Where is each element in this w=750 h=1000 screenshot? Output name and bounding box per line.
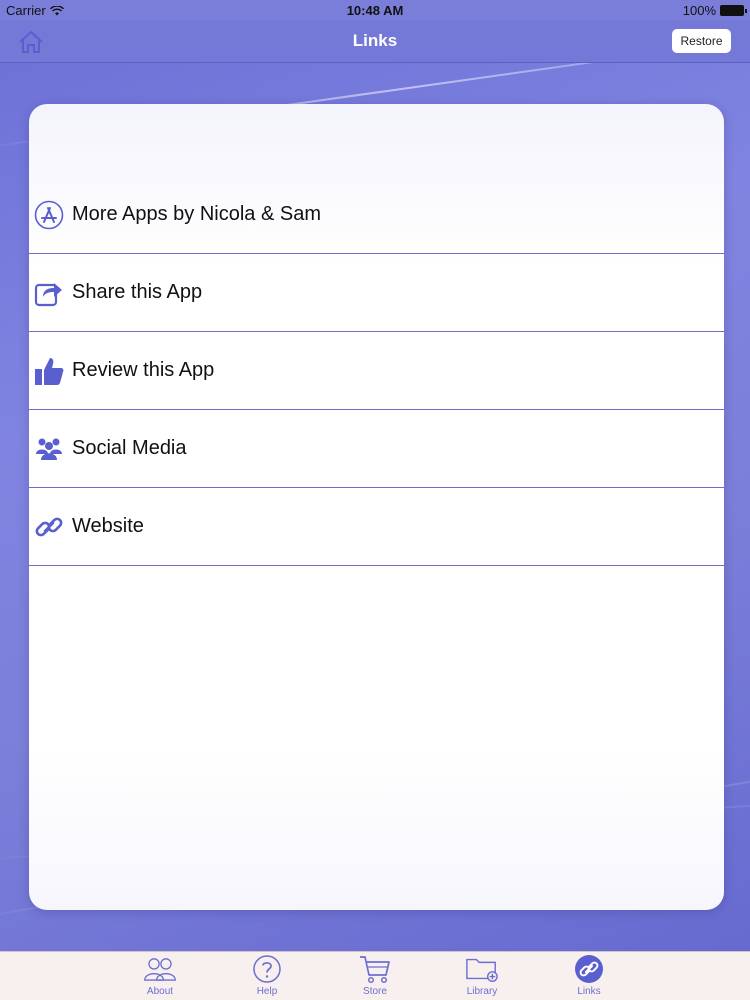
- links-panel: More Apps by Nicola & Sam Share this App…: [29, 104, 724, 910]
- status-bar: Carrier 10:48 AM 100%: [0, 0, 750, 20]
- tab-label: About: [146, 986, 174, 997]
- tab-label: Library: [466, 986, 498, 997]
- list-item-label: Share this App: [72, 281, 203, 303]
- clock: 10:48 AM: [346, 3, 404, 18]
- list-item-share[interactable]: Share this App: [29, 254, 724, 332]
- share-icon: [33, 277, 65, 309]
- tab-store[interactable]: Store: [345, 954, 405, 999]
- list-item-website[interactable]: Website: [29, 488, 724, 566]
- folder-add-icon: [465, 954, 499, 984]
- battery: 100%: [682, 3, 747, 18]
- list-item-social-media[interactable]: Social Media: [29, 410, 724, 488]
- cart-icon: [358, 954, 392, 984]
- tab-links[interactable]: Links: [559, 954, 619, 999]
- tab-label: Help: [256, 986, 278, 997]
- question-icon: [250, 954, 284, 984]
- list-item-label: Social Media: [72, 437, 187, 459]
- battery-percent: 100%: [682, 3, 716, 18]
- restore-button[interactable]: Restore: [672, 29, 731, 53]
- link-circle-icon: [572, 954, 606, 984]
- people-icon: [33, 433, 65, 465]
- link-icon: [33, 511, 65, 543]
- tab-library[interactable]: Library: [452, 954, 512, 999]
- list-item-label: Website: [72, 515, 144, 537]
- list-item-review[interactable]: Review this App: [29, 332, 724, 410]
- tab-about[interactable]: About: [130, 954, 190, 999]
- battery-icon: [720, 5, 747, 16]
- tab-help[interactable]: Help: [237, 954, 297, 999]
- list-item-label: Review this App: [72, 359, 215, 381]
- people-outline-icon: [143, 954, 177, 984]
- links-list: More Apps by Nicola & Sam Share this App…: [29, 176, 724, 566]
- tab-label: Links: [577, 986, 601, 997]
- navigation-bar: Links Restore: [0, 20, 750, 63]
- list-item-more-apps[interactable]: More Apps by Nicola & Sam: [29, 176, 724, 254]
- page-title: Links: [352, 31, 398, 50]
- tab-bar: About Help Store Library Links: [0, 951, 750, 1000]
- thumbs-up-icon: [33, 355, 65, 387]
- list-item-label: More Apps by Nicola & Sam: [72, 203, 321, 225]
- app-store-icon: [33, 199, 65, 231]
- tab-label: Store: [363, 986, 387, 997]
